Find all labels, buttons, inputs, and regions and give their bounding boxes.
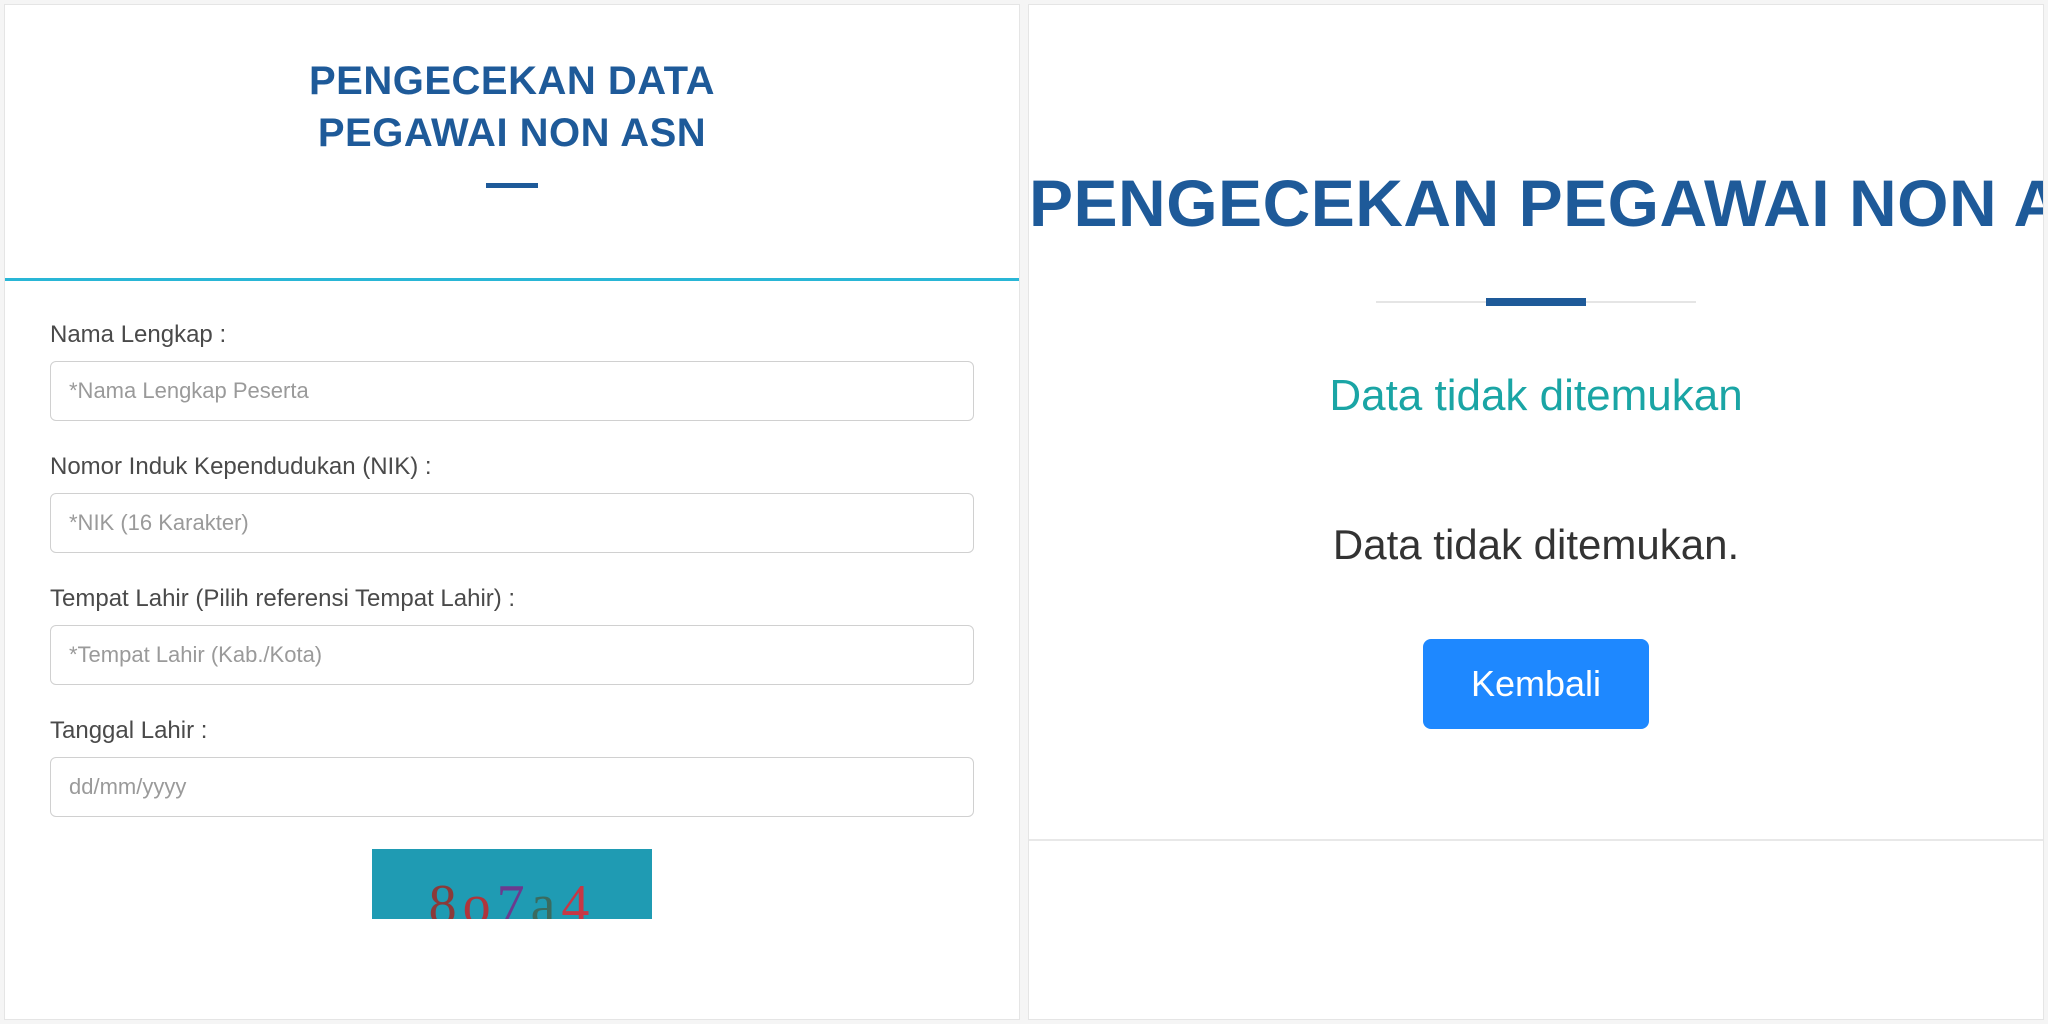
captcha-image: 8o7a4 (372, 849, 652, 919)
result-title-divider (1376, 301, 1696, 303)
captcha-char-5: 4 (561, 874, 595, 919)
tempat-input[interactable] (50, 625, 974, 685)
nama-label: Nama Lengkap : (50, 321, 974, 349)
captcha-text: 8o7a4 (372, 873, 652, 919)
form-panel: PENGECEKAN DATA PEGAWAI NON ASN Nama Len… (4, 4, 1020, 1020)
tanggal-input[interactable] (50, 757, 974, 817)
nik-input[interactable] (50, 493, 974, 553)
title-underline (486, 183, 538, 188)
form-header: PENGECEKAN DATA PEGAWAI NON ASN (5, 5, 1019, 218)
title-line-2: PEGAWAI NON ASN (318, 111, 706, 155)
captcha-char-2: o (463, 874, 497, 919)
tempat-label: Tempat Lahir (Pilih referensi Tempat Lah… (50, 585, 974, 613)
field-group-nama: Nama Lengkap : (50, 321, 974, 421)
result-title-underline (1486, 298, 1586, 306)
result-panel: PENGECEKAN PEGAWAI NON ASN Data tidak di… (1028, 4, 2044, 1020)
tanggal-label: Tanggal Lahir : (50, 717, 974, 745)
captcha-char-3: 7 (497, 874, 531, 919)
page-title: PENGECEKAN DATA PEGAWAI NON ASN (45, 55, 979, 159)
result-title: PENGECEKAN PEGAWAI NON ASN (1029, 165, 2043, 241)
back-button[interactable]: Kembali (1423, 639, 1649, 729)
nik-label: Nomor Induk Kependudukan (NIK) : (50, 453, 974, 481)
captcha-area: 8o7a4 (50, 849, 974, 924)
result-bottom-divider (1029, 839, 2043, 841)
field-group-nik: Nomor Induk Kependudukan (NIK) : (50, 453, 974, 553)
captcha-char-1: 8 (429, 874, 463, 919)
captcha-char-4: a (531, 874, 562, 919)
title-line-1: PENGECEKAN DATA (309, 59, 715, 103)
result-content: PENGECEKAN PEGAWAI NON ASN Data tidak di… (1029, 5, 2043, 841)
message-text: Data tidak ditemukan. (1029, 521, 2043, 569)
status-text: Data tidak ditemukan (1029, 371, 2043, 421)
form-area: Nama Lengkap : Nomor Induk Kependudukan … (5, 281, 1019, 924)
field-group-tanggal: Tanggal Lahir : (50, 717, 974, 817)
nama-input[interactable] (50, 361, 974, 421)
field-group-tempat: Tempat Lahir (Pilih referensi Tempat Lah… (50, 585, 974, 685)
